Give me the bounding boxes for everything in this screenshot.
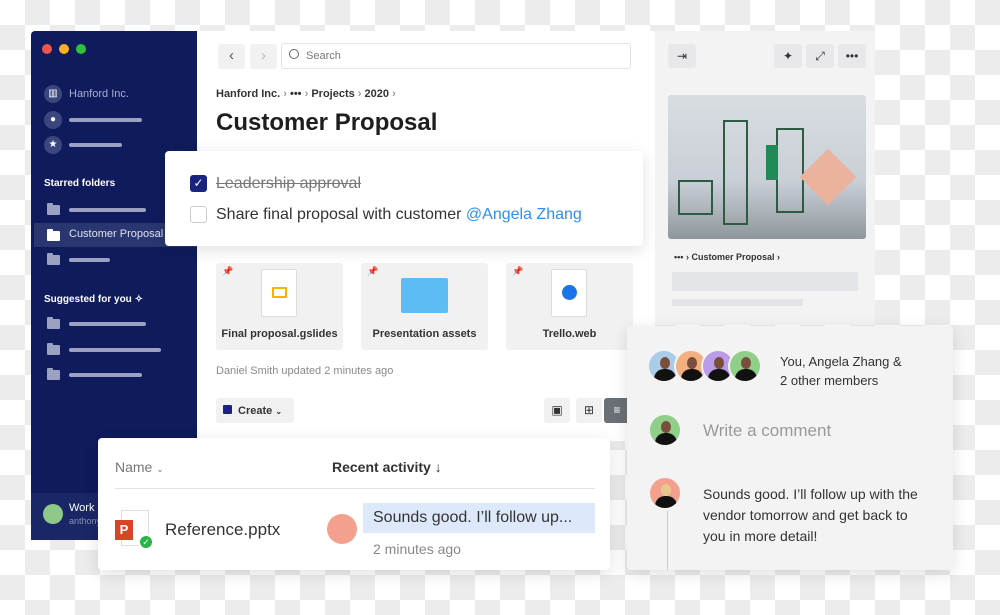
commenter-avatar <box>648 476 682 510</box>
updated-status: Daniel Smith updated 2 minutes ago <box>216 365 394 377</box>
folder-icon[interactable] <box>47 343 60 355</box>
sidebar-placeholder <box>69 258 110 262</box>
comment-preview[interactable]: Sounds good. I’ll follow up... <box>363 503 595 533</box>
pin-icon[interactable]: 📌 <box>222 266 233 277</box>
create-icon <box>223 405 232 414</box>
folder-icon <box>47 229 60 241</box>
account-name: Work <box>69 502 95 514</box>
placeholder-bar <box>672 299 803 306</box>
folder-icon[interactable] <box>47 203 60 215</box>
account-email: anthony <box>69 516 102 526</box>
folder-card[interactable]: 📌 Presentation assets <box>361 263 488 350</box>
thread-line <box>667 511 668 570</box>
web-link-icon <box>551 269 587 317</box>
forward-button[interactable]: › <box>250 44 277 69</box>
folder-icon[interactable] <box>47 317 60 329</box>
checkbox-checked[interactable]: ✓ <box>190 175 207 192</box>
placeholder-bar <box>672 272 858 291</box>
close-window-button[interactable] <box>42 44 52 54</box>
checklist-card: ✓ Leadership approval Share final propos… <box>165 151 643 246</box>
breadcrumb-item[interactable]: 2020 <box>365 88 389 100</box>
divider <box>115 488 595 489</box>
breadcrumb-item[interactable]: Projects <box>311 88 354 100</box>
pin-icon[interactable]: 📌 <box>512 266 523 277</box>
maximize-window-button[interactable] <box>76 44 86 54</box>
folder-icon[interactable] <box>47 253 60 265</box>
preview-breadcrumb: ••• › Customer Proposal › <box>674 252 780 262</box>
back-button[interactable]: ‹ <box>218 44 245 69</box>
folder-icon[interactable] <box>47 368 60 380</box>
collapse-panel-icon[interactable]: ⇥ <box>668 44 696 68</box>
search-icon <box>289 49 299 59</box>
current-user-avatar <box>648 413 682 447</box>
org-name: Hanford Inc. <box>69 88 129 100</box>
sparkle-icon: ✧ <box>134 294 143 305</box>
create-button[interactable]: Create ⌄ <box>216 398 294 423</box>
synced-check-icon: ✓ <box>138 534 154 550</box>
sidebar-placeholder <box>69 118 142 122</box>
starred-folders-heading: Starred folders <box>44 178 116 189</box>
member-avatars[interactable] <box>647 349 767 387</box>
breadcrumb-item[interactable]: Hanford Inc. <box>216 88 280 100</box>
preview-panel: ⇥ ✦ ⤢ ••• ••• › Customer Proposal › <box>655 31 875 325</box>
comments-panel: You, Angela Zhang & 2 other members Write… <box>627 326 953 570</box>
file-name: Trello.web <box>542 328 597 340</box>
file-name[interactable]: Reference.pptx <box>165 520 280 540</box>
breadcrumb-item[interactable]: Customer Proposal <box>691 252 774 262</box>
mention-link[interactable]: @Angela Zhang <box>466 206 582 223</box>
comment-input[interactable]: Write a comment <box>703 421 831 441</box>
sidebar-placeholder <box>69 348 161 352</box>
commenter-avatar <box>327 514 357 544</box>
sidebar-placeholder <box>69 208 146 212</box>
breadcrumb-more[interactable]: ••• <box>674 252 683 262</box>
person-icon[interactable]: ● <box>44 111 62 129</box>
user-avatar <box>43 504 63 524</box>
folder-icon <box>401 278 448 313</box>
minimize-window-button[interactable] <box>59 44 69 54</box>
task-label: Leadership approval <box>216 175 361 192</box>
sidebar-placeholder <box>69 373 142 377</box>
pin-icon[interactable]: 📌 <box>367 266 378 277</box>
sidebar-placeholder <box>69 143 122 147</box>
pptx-file-icon: P ✓ <box>115 510 154 550</box>
star-icon[interactable]: ★ <box>44 136 62 154</box>
file-card[interactable]: 📌 Final proposal.gslides <box>216 263 343 350</box>
name-column-header[interactable]: Name ⌄ <box>115 459 164 475</box>
slides-icon <box>261 269 297 317</box>
comment-time: 2 minutes ago <box>373 541 461 557</box>
more-icon[interactable]: ••• <box>838 44 866 68</box>
preview-image[interactable] <box>668 95 866 239</box>
comment-text: Sounds good. I’ll follow up with the ven… <box>703 486 918 544</box>
grid-view-button[interactable]: ⊞ <box>576 398 602 423</box>
file-table: Name ⌄ Recent activity ↓ P ✓ Reference.p… <box>98 438 610 570</box>
sidebar-placeholder <box>69 322 146 326</box>
avatar <box>728 349 762 383</box>
members-text: You, Angela Zhang & 2 other members <box>780 354 902 388</box>
breadcrumb-more[interactable]: ••• <box>290 88 302 100</box>
folder-label: Customer Proposal <box>69 228 164 240</box>
breadcrumb: Hanford Inc. › ••• › Projects › 2020 › <box>216 88 396 100</box>
expand-icon[interactable]: ⤢ <box>806 44 834 68</box>
file-name: Presentation assets <box>372 328 477 340</box>
page-title: Customer Proposal <box>216 109 438 136</box>
task-label: Share final proposal with customer @Ange… <box>216 206 582 223</box>
file-card[interactable]: 📌 Trello.web <box>506 263 633 350</box>
file-name: Final proposal.gslides <box>221 328 338 340</box>
checkbox-unchecked[interactable] <box>190 206 207 223</box>
pin-icon[interactable]: ✦ <box>774 44 802 68</box>
activity-column-header[interactable]: Recent activity ↓ <box>332 459 442 475</box>
sidebar-item-org[interactable]: ▥ Hanford Inc. <box>31 85 201 105</box>
suggested-heading: Suggested for you ✧ <box>44 294 143 305</box>
search-input[interactable]: Search <box>281 43 631 69</box>
preview-view-button[interactable]: ▣ <box>544 398 570 423</box>
building-icon: ▥ <box>44 85 62 103</box>
